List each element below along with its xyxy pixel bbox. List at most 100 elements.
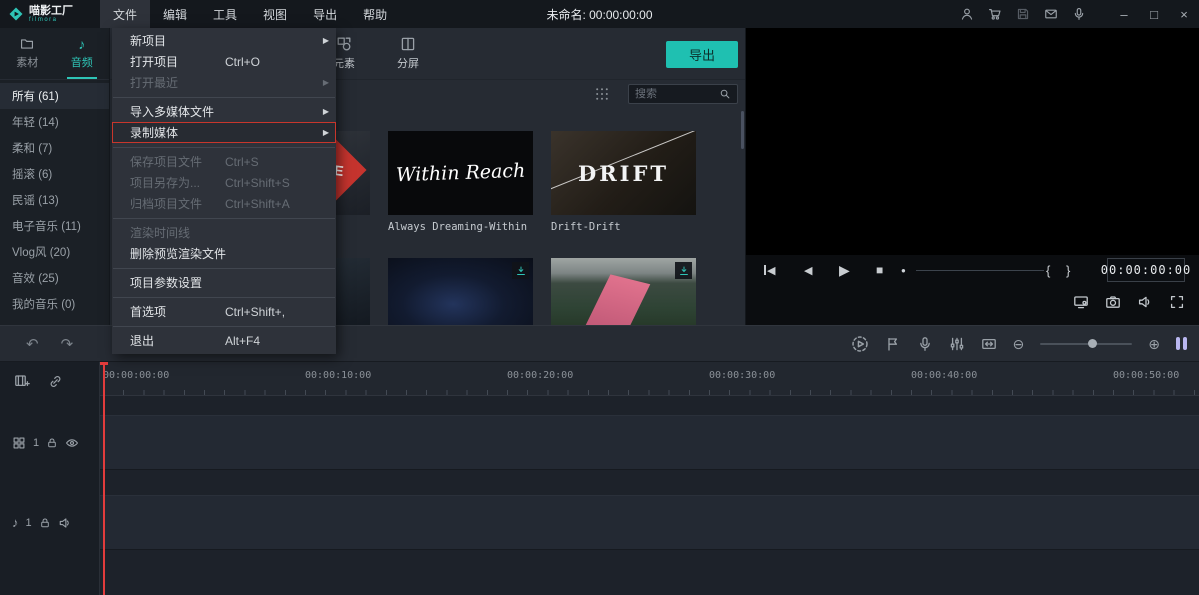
menubar-item[interactable]: 帮助: [350, 0, 400, 28]
sidebar-category[interactable]: 所有 (61): [0, 83, 109, 109]
jump-to-start-button[interactable]: ◀: [764, 255, 775, 285]
minimize-button[interactable]: –: [1109, 0, 1139, 28]
sidebar-category[interactable]: 柔和 (7): [0, 135, 109, 161]
file-menu-item[interactable]: 删除预览渲染文件: [112, 243, 336, 264]
menu-item-label: 录制媒体: [130, 124, 178, 141]
grid-view-button[interactable]: [594, 86, 610, 107]
audio-mixer-icon[interactable]: [949, 336, 965, 352]
fit-timeline-icon[interactable]: [1176, 337, 1187, 350]
marker-flag-icon[interactable]: [885, 336, 901, 352]
zoom-slider-knob[interactable]: [1088, 339, 1097, 348]
scrollbar-thumb[interactable]: [741, 111, 744, 149]
video-track-header: 1: [0, 415, 100, 470]
voiceover-mic-icon[interactable]: [917, 336, 933, 352]
download-badge[interactable]: [512, 262, 529, 279]
file-menu-item[interactable]: 录制媒体 ▶: [112, 122, 336, 143]
speaker-mute-icon[interactable]: [58, 516, 72, 530]
audio-card[interactable]: [388, 258, 533, 325]
download-badge[interactable]: [675, 262, 692, 279]
audio-track-number: 1: [26, 517, 32, 529]
search-input[interactable]: [635, 88, 715, 100]
lock-icon[interactable]: [46, 437, 58, 449]
volume-speaker-icon[interactable]: [1137, 294, 1153, 310]
tab-media[interactable]: 素材: [0, 28, 55, 79]
audio-card[interactable]: [551, 258, 696, 325]
add-media-to-track-icon[interactable]: [14, 373, 30, 389]
screen-record-icon[interactable]: [1073, 294, 1089, 310]
menubar-item[interactable]: 编辑: [150, 0, 200, 28]
seek-handle[interactable]: ●: [901, 255, 906, 285]
play-button[interactable]: ▶: [839, 255, 850, 285]
file-menu-item[interactable]: 导入多媒体文件 ▶: [112, 101, 336, 122]
sidebar-category[interactable]: 年轻 (14): [0, 109, 109, 135]
audio-card-caption: Always Dreaming-Within: [388, 221, 533, 233]
menu-separator: [113, 97, 335, 98]
sidebar-category[interactable]: 音效 (25): [0, 265, 109, 291]
app-logo: 喵影工厂 filmora: [0, 5, 100, 23]
link-clips-icon[interactable]: [48, 374, 63, 389]
seek-track[interactable]: [916, 270, 1044, 271]
zoom-out-button[interactable]: ⊖: [1013, 337, 1025, 351]
folder-icon: [20, 37, 34, 51]
search-icon: [719, 88, 731, 100]
export-button[interactable]: 导出: [666, 41, 738, 68]
track-manager-icon[interactable]: [981, 336, 997, 352]
menubar-item[interactable]: 导出: [300, 0, 350, 28]
previous-frame-button[interactable]: ◀: [804, 255, 812, 285]
audio-card-within-reach[interactable]: Within Reach Always Dreaming-Within: [388, 131, 533, 233]
audio-card-drift[interactable]: DRIFT Drift-Drift: [551, 131, 696, 233]
file-menu-item[interactable]: 首选项 Ctrl+Shift+,: [112, 301, 336, 322]
zoom-in-button[interactable]: ⊕: [1148, 337, 1160, 351]
menu-item-label: 导入多媒体文件: [130, 103, 214, 120]
play-icon: ▶: [839, 262, 850, 279]
file-menu-item[interactable]: 打开项目 Ctrl+O: [112, 51, 336, 72]
menu-item-shortcut: Ctrl+O: [225, 55, 260, 69]
file-menu-item[interactable]: 归档项目文件 Ctrl+Shift+A: [112, 193, 336, 214]
sidebar-category[interactable]: Vlog风 (20): [0, 239, 109, 265]
undo-button[interactable]: ↶: [26, 335, 39, 353]
timeline-zoom-slider[interactable]: [1040, 343, 1132, 345]
file-menu-item[interactable]: 新项目 ▶: [112, 30, 336, 51]
file-menu-item[interactable]: 保存项目文件 Ctrl+S: [112, 151, 336, 172]
feedback-button[interactable]: [1037, 0, 1065, 28]
stop-button[interactable]: ■: [876, 255, 883, 285]
maximize-button[interactable]: □: [1139, 0, 1169, 28]
tab-audio[interactable]: ♪ 音频: [55, 28, 110, 79]
menubar-item[interactable]: 视图: [250, 0, 300, 28]
music-note-icon: ♪: [78, 37, 85, 51]
file-menu-item[interactable]: 渲染时间线: [112, 222, 336, 243]
sidebar-category[interactable]: 电子音乐 (11): [0, 213, 109, 239]
grid-dots-icon: [594, 86, 610, 102]
file-menu-item[interactable]: 项目另存为... Ctrl+Shift+S: [112, 172, 336, 193]
file-menu-item[interactable]: 项目参数设置: [112, 272, 336, 293]
mark-in-button[interactable]: {: [1046, 255, 1050, 285]
mark-out-button[interactable]: }: [1066, 255, 1070, 285]
tab-splitscreen[interactable]: 分屏: [386, 36, 430, 71]
file-menu-item[interactable]: 退出 Alt+F4: [112, 330, 336, 351]
record-voiceover-button[interactable]: [1065, 0, 1093, 28]
store-button[interactable]: [981, 0, 1009, 28]
playhead[interactable]: [103, 362, 105, 595]
file-menu-dropdown: 新项目 ▶ 打开项目 Ctrl+O 打开最近 ▶ 导入多媒体文件 ▶ 录制媒体 …: [112, 28, 336, 354]
lock-icon[interactable]: [39, 517, 51, 529]
file-menu-item[interactable]: 打开最近 ▶: [112, 72, 336, 93]
audio-thumbnail: [551, 258, 696, 325]
submenu-arrow-icon: ▶: [323, 107, 329, 116]
menubar-item[interactable]: 文件: [100, 0, 150, 28]
tab-elements-label: 元素: [333, 55, 355, 71]
storyboard-grid-icon[interactable]: [12, 436, 26, 450]
save-button[interactable]: [1009, 0, 1037, 28]
eye-visibility-icon[interactable]: [65, 436, 79, 450]
sidebar-category[interactable]: 摇滚 (6): [0, 161, 109, 187]
fullscreen-icon[interactable]: [1169, 294, 1185, 310]
render-preview-icon[interactable]: [851, 335, 869, 353]
sidebar-category[interactable]: 民谣 (13): [0, 187, 109, 213]
account-button[interactable]: [953, 0, 981, 28]
menubar-item[interactable]: 工具: [200, 0, 250, 28]
close-button[interactable]: ×: [1169, 0, 1199, 28]
snapshot-camera-icon[interactable]: [1105, 294, 1121, 310]
search-box[interactable]: [628, 84, 738, 104]
timeline-ruler[interactable]: 00:00:00:0000:00:10:0000:00:20:0000:00:3…: [100, 362, 1199, 396]
redo-button[interactable]: ↷: [61, 335, 74, 353]
sidebar-category[interactable]: 我的音乐 (0): [0, 291, 109, 317]
